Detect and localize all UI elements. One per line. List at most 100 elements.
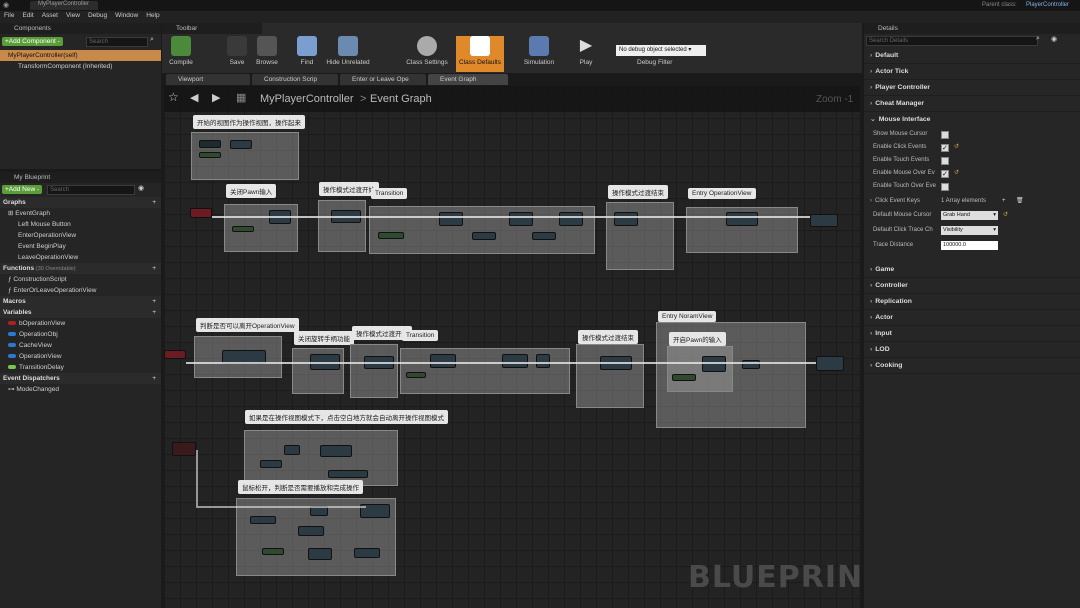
checkbox[interactable]	[941, 131, 949, 139]
comment-box[interactable]	[318, 200, 366, 252]
graph-node[interactable]	[502, 354, 528, 368]
parent-class-link[interactable]: PlayerController	[1026, 2, 1069, 8]
graph-node[interactable]	[354, 548, 380, 558]
graph-node[interactable]	[536, 354, 550, 368]
graph-node[interactable]	[378, 232, 404, 239]
dispatcher-item[interactable]: ⊶ ModeChanged	[0, 384, 161, 395]
section-replication[interactable]: › Replication	[864, 294, 1080, 310]
trace-channel-dropdown[interactable]: Visibility ▾	[941, 226, 998, 235]
section-cheat-manager[interactable]: › Cheat Manager	[864, 96, 1080, 112]
graph-node[interactable]	[810, 214, 838, 227]
play-button[interactable]: ▶ Play	[565, 36, 607, 66]
section-cooking[interactable]: › Cooking	[864, 358, 1080, 374]
add-macro-icon[interactable]: +	[152, 296, 156, 307]
graph-node[interactable]	[230, 140, 252, 149]
menu-debug[interactable]: Debug	[84, 11, 111, 20]
graph-node[interactable]	[328, 470, 368, 478]
simulation-button[interactable]: Simulation	[518, 36, 560, 66]
add-graph-icon[interactable]: +	[152, 197, 156, 208]
back-arrow-icon[interactable]: ◀	[190, 91, 198, 104]
graph-node[interactable]	[726, 212, 758, 226]
details-search-input[interactable]: Search Details	[866, 36, 1038, 46]
section-actor-tick[interactable]: › Actor Tick	[864, 64, 1080, 80]
reset-icon[interactable]: ↺	[954, 141, 959, 154]
breadcrumb-root[interactable]: MyPlayerController	[260, 93, 354, 105]
variable-item[interactable]: OperationObj	[0, 329, 161, 340]
comment-box[interactable]	[244, 430, 398, 486]
checkbox[interactable]	[941, 183, 949, 191]
graph-node[interactable]	[284, 445, 300, 455]
checkbox[interactable]	[941, 157, 949, 165]
variable-item[interactable]: bOperationView	[0, 318, 161, 329]
blueprint-search-input[interactable]: Search	[47, 185, 135, 195]
checkbox[interactable]	[941, 168, 949, 181]
tab-construction-script[interactable]: Construction Scrip	[252, 74, 338, 85]
tab-enter-leave[interactable]: Enter or Leave Ope	[340, 74, 426, 85]
add-variable-icon[interactable]: +	[152, 307, 156, 318]
variables-section[interactable]: Variables +	[0, 307, 161, 318]
section-player-controller[interactable]: › Player Controller	[864, 80, 1080, 96]
trace-distance-input[interactable]: 100000.0	[941, 241, 998, 250]
graph-item[interactable]: Event BeginPlay	[0, 241, 161, 252]
graph-node[interactable]	[262, 548, 284, 555]
tab-viewport[interactable]: Viewport	[166, 74, 250, 85]
window-tab[interactable]: MyPlayerController	[30, 1, 98, 10]
add-function-icon[interactable]: +	[152, 263, 156, 274]
prop-click-event-keys[interactable]: › Click Event Keys 1 Array elements + 🗑	[864, 193, 1080, 209]
cursor-dropdown[interactable]: Grab Hand ▾	[941, 211, 998, 220]
function-item[interactable]: ƒ ConstructionScript	[0, 274, 161, 285]
add-element-icon[interactable]: +	[1002, 193, 1006, 209]
graph-node[interactable]	[509, 212, 533, 226]
section-mouse-interface[interactable]: ⌄ Mouse Interface	[864, 112, 1080, 128]
find-button[interactable]: Find	[286, 36, 328, 66]
comment-box[interactable]	[350, 344, 398, 398]
browse-button[interactable]: Browse	[246, 36, 288, 66]
section-game[interactable]: › Game	[864, 262, 1080, 278]
graph-item[interactable]: Left Mouse Button	[0, 219, 161, 230]
section-input[interactable]: › Input	[864, 326, 1080, 342]
menu-window[interactable]: Window	[111, 11, 142, 20]
graph-node[interactable]	[816, 356, 844, 371]
macros-section[interactable]: Macros +	[0, 296, 161, 307]
graph-node[interactable]	[430, 354, 456, 368]
section-lod[interactable]: › LOD	[864, 342, 1080, 358]
add-component-button[interactable]: +Add Component -	[2, 37, 63, 46]
class-defaults-button[interactable]: Class Defaults	[456, 36, 504, 72]
section-controller[interactable]: › Controller	[864, 278, 1080, 294]
menu-file[interactable]: File	[0, 11, 18, 20]
section-actor[interactable]: › Actor	[864, 310, 1080, 326]
graph-node[interactable]	[614, 212, 638, 226]
menu-asset[interactable]: Asset	[38, 11, 62, 20]
graph-node[interactable]	[532, 232, 556, 240]
graph-node[interactable]	[439, 212, 463, 226]
checkbox[interactable]	[941, 142, 949, 155]
menu-help[interactable]: Help	[142, 11, 163, 20]
forward-arrow-icon[interactable]: ▶	[212, 91, 220, 104]
graph-node[interactable]	[320, 445, 352, 457]
reset-icon[interactable]: ↺	[954, 167, 959, 180]
graph-node[interactable]	[199, 140, 221, 148]
menu-edit[interactable]: Edit	[18, 11, 37, 20]
add-new-button[interactable]: +Add New -	[2, 185, 43, 194]
graph-node[interactable]	[232, 226, 254, 232]
graph-node[interactable]	[472, 232, 496, 240]
graphs-section[interactable]: Graphs +	[0, 197, 161, 208]
component-item-transform[interactable]: TransformComponent (Inherited)	[0, 61, 161, 72]
graph-item[interactable]: LeaveOperationView	[0, 252, 161, 263]
graph-item[interactable]: EnterOperationView	[0, 230, 161, 241]
star-icon[interactable]: ☆	[168, 90, 179, 104]
event-node[interactable]	[164, 350, 186, 359]
comment-box[interactable]	[576, 344, 644, 408]
graph-node[interactable]	[260, 460, 282, 468]
variable-item[interactable]: TransitionDelay	[0, 362, 161, 373]
variable-item[interactable]: OperationView	[0, 351, 161, 362]
add-dispatcher-icon[interactable]: +	[152, 373, 156, 384]
graph-node[interactable]	[199, 152, 221, 158]
graph-canvas[interactable]: ☆ ◀ ▶ ▦ MyPlayerController > Event Graph…	[164, 86, 860, 608]
eye-icon[interactable]: ◉	[1051, 35, 1057, 43]
compile-button[interactable]: Compile	[160, 36, 202, 66]
graph-node[interactable]	[559, 212, 583, 226]
functions-section[interactable]: Functions (30 Overridable) +	[0, 263, 161, 274]
hide-unrelated-button[interactable]: Hide Unrelated	[326, 36, 370, 66]
graph-node[interactable]	[308, 548, 332, 560]
